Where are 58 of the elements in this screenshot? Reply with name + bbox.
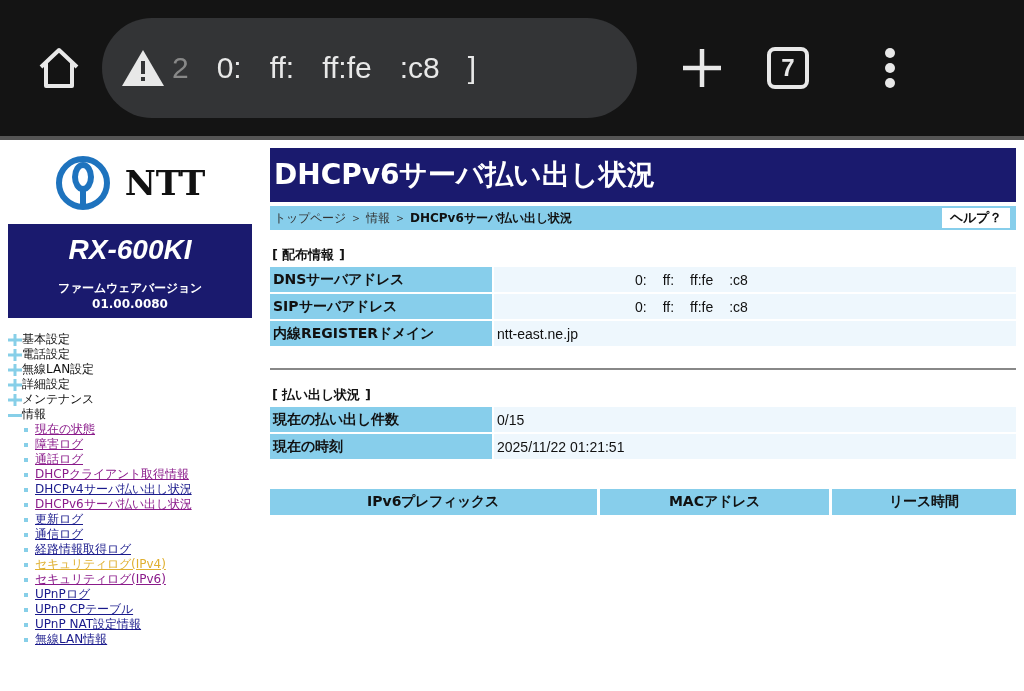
tab-count-button[interactable]: 7 — [767, 47, 809, 89]
firmware-version: 01.00.0080 — [91, 296, 169, 312]
menu-item[interactable]: 詳細設定 — [22, 377, 70, 392]
field-value: 0: ff: ff:fe :c8 — [494, 294, 1016, 319]
field-label: SIPサーバアドレス — [270, 294, 492, 319]
column-header: IPv6プレフィックス — [270, 489, 597, 515]
menu-link[interactable]: UPnPログ — [35, 587, 90, 602]
column-header: リース時間 — [832, 489, 1016, 515]
field-value: 0/15 — [494, 407, 1016, 432]
column-header: MACアドレス — [599, 489, 830, 515]
section-heading: [ 払い出し状況 ] — [272, 386, 372, 404]
menu-item[interactable]: メンテナンス — [22, 392, 94, 407]
url-text: ff:fe — [322, 51, 372, 85]
field-label: DNSサーバアドレス — [270, 267, 492, 292]
menu-link[interactable]: UPnP CPテーブル — [35, 602, 134, 617]
logo-icon — [54, 155, 111, 211]
page-title: DHCPv6サーバ払い出し状況 — [270, 148, 1016, 202]
breadcrumb-separator: ＞ — [394, 209, 406, 227]
menu-item[interactable]: 無線LAN設定 — [22, 362, 95, 377]
breadcrumb-item: DHCPv6サーバ払い出し状況 — [410, 209, 572, 227]
menu-link[interactable]: DHCPクライアント取得情報 — [35, 467, 189, 482]
warning-icon — [120, 48, 166, 88]
url-text: :c8 — [399, 51, 440, 85]
menu-link[interactable]: 経路情報取得ログ — [35, 542, 131, 557]
breadcrumb-item[interactable]: 情報 — [366, 209, 390, 227]
menu-link[interactable]: 障害ログ — [35, 437, 83, 452]
field-label: 現在の払い出し件数 — [270, 407, 492, 432]
field-label: 現在の時刻 — [270, 434, 492, 459]
menu-link[interactable]: DHCPv4サーバ払い出し状況 — [35, 482, 192, 497]
menu-link[interactable]: 無線LAN情報 — [35, 632, 108, 647]
model-name: RX-600KI — [67, 234, 193, 266]
menu-link[interactable]: セキュリティログ(IPv6) — [35, 572, 166, 587]
field-label: 内線REGISTERドメイン — [270, 321, 492, 346]
breadcrumb-item[interactable]: トップページ — [274, 209, 346, 227]
plus-icon[interactable] — [681, 47, 723, 89]
breadcrumb-separator: ＞ — [350, 209, 362, 227]
field-value: 2025/11/22 01:21:51 — [494, 434, 1016, 459]
menu-item[interactable]: 基本設定 — [22, 332, 70, 347]
menu-link[interactable]: 更新ログ — [35, 512, 83, 527]
firmware-label: ファームウェアバージョン — [57, 280, 203, 296]
menu-link[interactable]: DHCPv6サーバ払い出し状況 — [35, 497, 192, 512]
menu-link[interactable]: UPnP NAT設定情報 — [35, 617, 142, 632]
field-value: ntt-east.ne.jp — [494, 321, 1016, 346]
menu-link[interactable]: 通話ログ — [35, 452, 83, 467]
logo-text: NTT — [124, 163, 206, 203]
menu-icon[interactable] — [883, 47, 897, 89]
menu-link[interactable]: 現在の状態 — [35, 422, 95, 437]
menu-link[interactable]: 通信ログ — [35, 527, 83, 542]
menu-item[interactable]: 情報 — [22, 407, 46, 422]
help-button[interactable]: ヘルプ？ — [942, 208, 1010, 228]
menu-item[interactable]: 電話設定 — [22, 347, 70, 362]
url-text: ff: — [269, 51, 295, 85]
url-text: ] — [467, 51, 477, 85]
field-value: 0: ff: ff:fe :c8 — [494, 267, 1016, 292]
url-text: 2 — [172, 51, 189, 85]
address-bar[interactable]: 2 0: ff: ff:fe :c8 ] — [102, 18, 637, 118]
section-heading: [ 配布情報 ] — [272, 246, 346, 264]
url-text: 0: — [216, 51, 242, 85]
